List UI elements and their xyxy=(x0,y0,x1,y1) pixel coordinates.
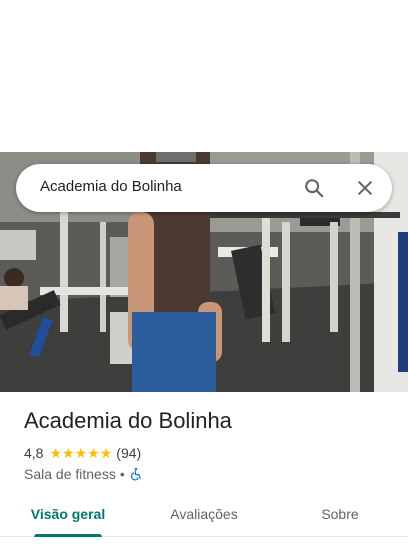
category-row: Sala de fitness • xyxy=(24,465,143,483)
place-title: Academia do Bolinha xyxy=(24,408,232,433)
tab-label: Sobre xyxy=(321,506,359,522)
star-icon: ★ xyxy=(49,445,63,461)
tab-reviews[interactable]: Avaliações xyxy=(136,492,272,536)
place-category: Sala de fitness xyxy=(24,466,116,482)
tab-label: Avaliações xyxy=(170,506,238,522)
tab-bar: Visão geral Avaliações Sobre xyxy=(0,492,408,537)
search-bar[interactable]: Academia do Bolinha xyxy=(16,164,392,212)
wheelchair-icon xyxy=(130,467,141,481)
search-icon xyxy=(305,179,324,198)
star-rating: ★ ★ ★ ★ ★ xyxy=(49,446,112,460)
tab-label: Visão geral xyxy=(30,506,106,522)
review-count[interactable]: (94) xyxy=(116,445,141,461)
close-button[interactable] xyxy=(349,172,381,204)
tab-overview[interactable]: Visão geral xyxy=(0,492,136,537)
separator: • xyxy=(119,466,125,482)
star-icon: ★ xyxy=(74,445,88,461)
star-icon: ★ xyxy=(87,445,100,461)
close-icon xyxy=(358,181,372,195)
star-icon: ★ xyxy=(99,445,113,461)
search-button[interactable] xyxy=(298,172,330,204)
rating-row[interactable]: 4,8 ★ ★ ★ ★ ★ (94) xyxy=(24,444,141,462)
tab-about[interactable]: Sobre xyxy=(272,492,408,536)
star-icon: ★ xyxy=(62,445,75,461)
search-input[interactable]: Academia do Bolinha xyxy=(40,178,182,195)
rating-value: 4,8 xyxy=(24,445,44,461)
